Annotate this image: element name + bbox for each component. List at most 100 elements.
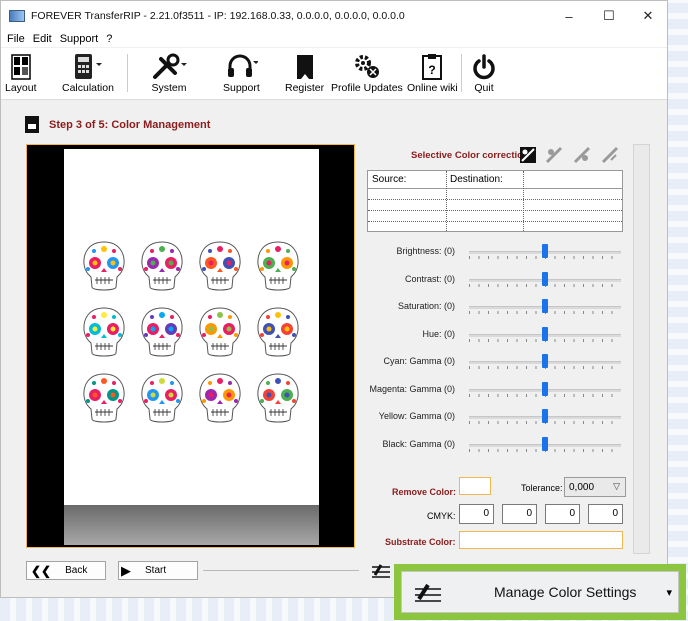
sheet-shadow: [64, 505, 319, 545]
magenta-field[interactable]: 0: [502, 504, 537, 524]
support-button[interactable]: Support: [223, 52, 260, 94]
table-row[interactable]: [368, 189, 622, 200]
cyan-field[interactable]: 0: [459, 504, 494, 524]
layout-button[interactable]: Layout: [5, 52, 37, 94]
table-header: Source: Destination:: [368, 171, 622, 189]
slider-thumb[interactable]: [542, 271, 548, 286]
online-wiki-label: Online wiki: [407, 82, 458, 94]
slider-thumb[interactable]: [542, 354, 548, 368]
back-button[interactable]: ❮❮ Back: [26, 561, 106, 580]
zoom-callout: Manage Color Settings ▾: [394, 564, 686, 620]
menu-edit[interactable]: Edit: [33, 33, 52, 45]
selective-color-title: Selective Color correction:: [411, 150, 532, 161]
color-add-icon[interactable]: [545, 146, 563, 164]
menu-help[interactable]: ?: [106, 33, 112, 45]
maximize-button[interactable]: ☐: [589, 5, 629, 27]
slider-row: Yellow: Gamma (0): [365, 407, 623, 427]
profile-updates-label: Profile Updates: [331, 82, 403, 94]
column-divider: [523, 171, 524, 231]
skull-graphic: [79, 371, 129, 427]
system-button[interactable]: System: [151, 52, 187, 94]
slider-thumb[interactable]: [542, 381, 548, 396]
minimize-button[interactable]: –: [549, 5, 589, 27]
start-button[interactable]: ▶ Start: [118, 561, 198, 580]
svg-text:?: ?: [429, 63, 436, 77]
slider-label: Cyan: Gamma (0): [383, 356, 455, 366]
slider-row: Saturation: (0): [365, 297, 623, 317]
black-field[interactable]: 0: [588, 504, 623, 524]
slider-thumb[interactable]: [542, 436, 548, 451]
tolerance-label: Tolerance:: [521, 483, 563, 493]
slider-thumb[interactable]: [542, 326, 548, 341]
toolbar: Layout Calculation System Support Regist…: [1, 48, 667, 100]
tools-icon: [151, 52, 187, 82]
profile-updates-button[interactable]: Profile Updates: [331, 52, 403, 94]
toolbar-separator: [461, 54, 462, 92]
online-wiki-button[interactable]: ? Online wiki: [407, 52, 458, 94]
remove-color-swatch[interactable]: [459, 477, 491, 495]
double-left-arrow-icon: ❮❮: [31, 563, 52, 578]
slider-row: Black: Gamma (0): [365, 435, 623, 455]
skull-graphic: [253, 371, 303, 427]
close-button[interactable]: ✕: [628, 5, 668, 27]
color-delete-icon[interactable]: [601, 146, 619, 164]
progress-line: [203, 570, 359, 571]
color-edit-icon[interactable]: [573, 146, 591, 164]
destination-header: Destination:: [450, 174, 503, 185]
calculator-icon: [73, 52, 103, 82]
skull-artwork: [78, 239, 304, 427]
print-preview: [26, 144, 355, 548]
table-row[interactable]: [368, 200, 622, 211]
color-pick-icon[interactable]: [519, 146, 537, 164]
slider-thumb[interactable]: [542, 409, 548, 423]
menu-file[interactable]: File: [7, 33, 25, 45]
skull-graphic: [253, 239, 303, 295]
toolbar-separator: [127, 54, 128, 92]
slider-label: Brightness: (0): [396, 246, 455, 256]
table-row[interactable]: [368, 211, 622, 222]
manage-color-settings-label: Manage Color Settings: [494, 584, 637, 600]
quit-button[interactable]: Quit: [471, 52, 497, 94]
step-title: Step 3 of 5: Color Management: [49, 118, 211, 131]
tolerance-value: 0,000: [569, 481, 595, 493]
support-label: Support: [223, 82, 260, 94]
yellow-field[interactable]: 0: [545, 504, 580, 524]
color-settings-icon[interactable]: [369, 561, 393, 579]
skull-graphic: [195, 305, 245, 361]
skull-graphic: [195, 239, 245, 295]
menu-bar: File Edit Support ?: [1, 31, 667, 47]
title-bar: FOREVER TransferRIP - 2.21.0f3511 - IP: …: [1, 1, 667, 31]
calculation-button[interactable]: Calculation: [62, 52, 114, 94]
slider-label: Magenta: Gamma (0): [369, 383, 455, 394]
slider-row: Hue: (0): [365, 325, 623, 345]
tolerance-select[interactable]: 0,000 ▽: [564, 477, 626, 497]
chevron-down-icon: ▽: [613, 481, 620, 491]
slider-row: Cyan: Gamma (0): [365, 352, 623, 372]
slider-thumb[interactable]: [542, 299, 548, 313]
slider-row: Contrast: (0): [365, 270, 623, 290]
skull-graphic: [79, 305, 129, 361]
menu-support[interactable]: Support: [60, 33, 99, 45]
clipboard-question-icon: ?: [421, 52, 443, 82]
register-button[interactable]: Register: [285, 52, 324, 94]
app-icon: [9, 10, 25, 22]
substrate-color-swatch[interactable]: [459, 531, 623, 549]
play-icon: ▶: [121, 562, 131, 578]
vertical-scrollbar[interactable]: [633, 144, 650, 554]
layout-label: Layout: [5, 82, 37, 94]
window-title: FOREVER TransferRIP - 2.21.0f3511 - IP: …: [31, 10, 405, 22]
column-divider: [446, 171, 447, 231]
app-window: FOREVER TransferRIP - 2.21.0f3511 - IP: …: [0, 0, 668, 598]
background-stripes: [668, 0, 688, 621]
gears-icon: [352, 52, 382, 82]
color-correction-table[interactable]: Source: Destination:: [367, 170, 623, 232]
slider-thumb[interactable]: [542, 244, 548, 258]
skull-graphic: [137, 371, 187, 427]
slider-row: Magenta: Gamma (0): [365, 380, 623, 400]
skull-graphic: [79, 239, 129, 295]
manage-color-settings-button[interactable]: Manage Color Settings ▾: [401, 571, 679, 613]
system-label: System: [151, 82, 187, 94]
register-icon: [294, 52, 316, 82]
slider-label: Saturation: (0): [397, 301, 455, 311]
image-icon: [25, 116, 39, 133]
